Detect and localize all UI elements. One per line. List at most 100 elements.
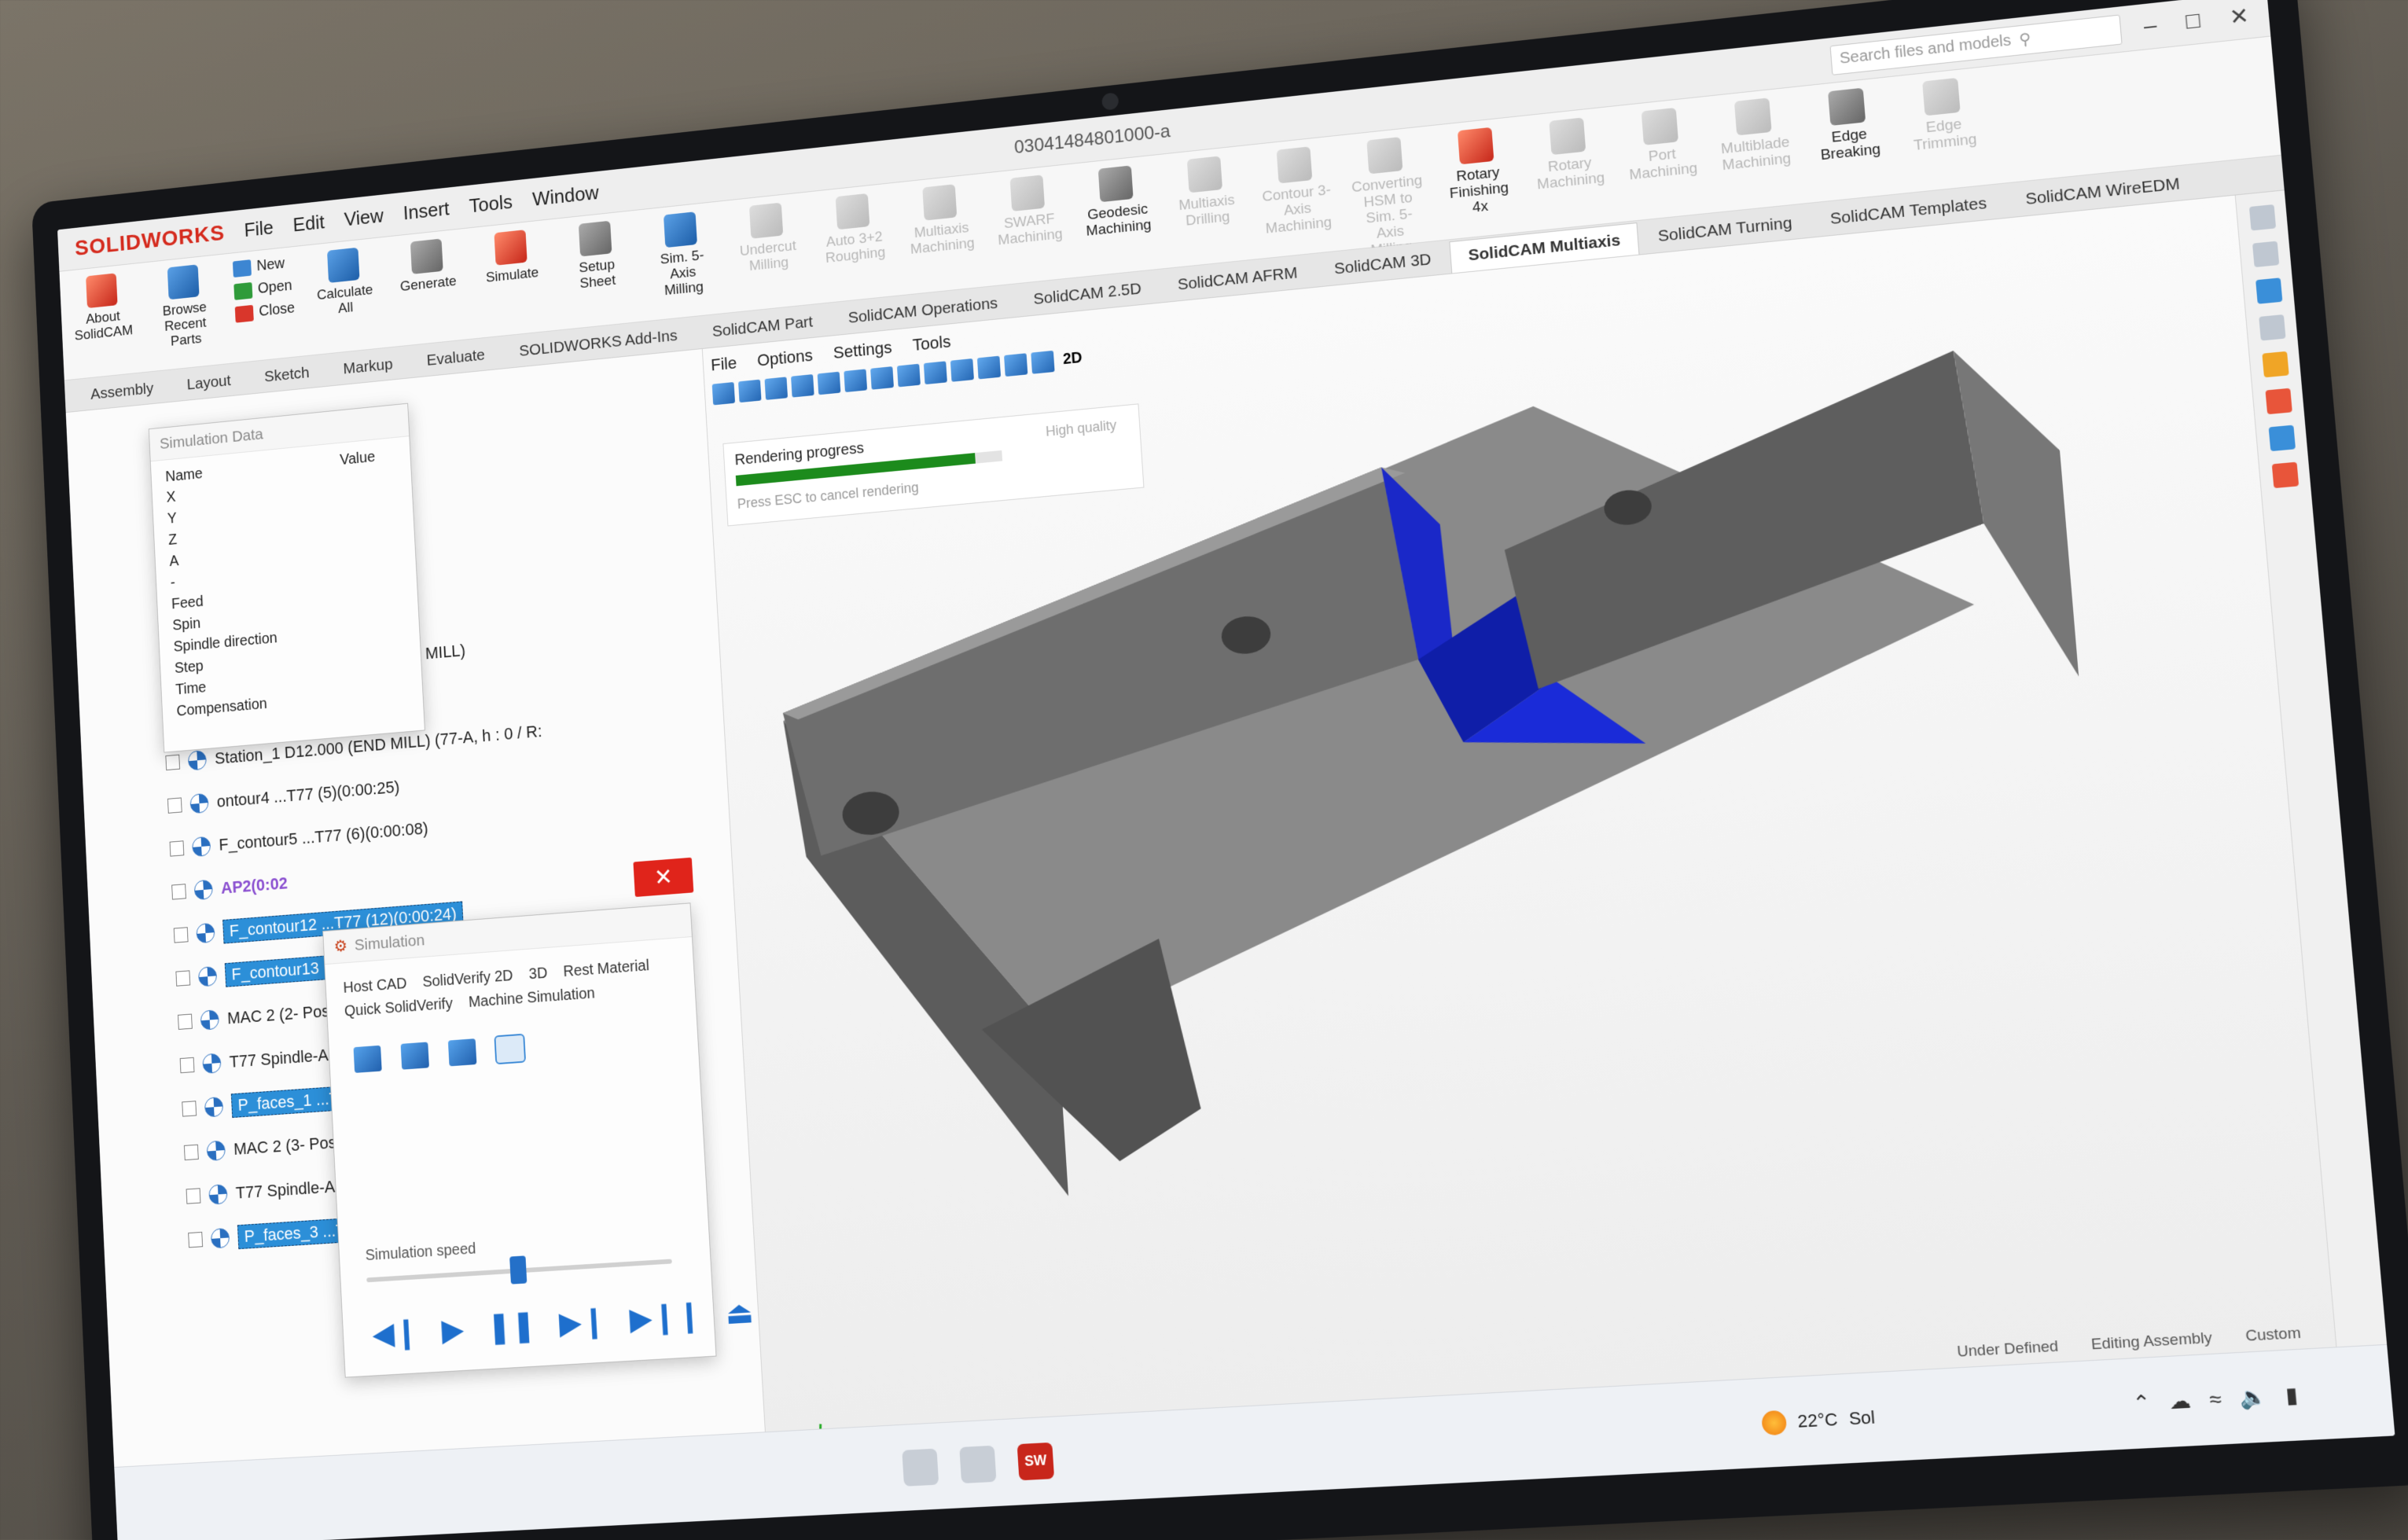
onedrive-icon[interactable]: ☁ <box>2168 1388 2192 1415</box>
tree-checkbox[interactable] <box>182 1101 197 1117</box>
tree-checkbox[interactable] <box>188 1231 204 1248</box>
simulate-button[interactable]: Simulate <box>477 228 546 287</box>
sim-mode-host-cad[interactable]: Host CAD <box>343 976 407 998</box>
simulation-dialog: ✕ ⚙ Simulation Host CAD SolidVerify 2D 3D R… <box>322 857 755 1378</box>
compare-icon[interactable] <box>447 1038 477 1067</box>
file-explorer-icon[interactable] <box>2258 314 2286 341</box>
tree-checkbox[interactable] <box>173 927 189 943</box>
viewport-menu-settings[interactable]: Settings <box>833 338 892 363</box>
step-forward-icon[interactable]: ▶❙ <box>558 1303 607 1342</box>
tree-checkbox[interactable] <box>165 754 181 771</box>
multiblade-button[interactable]: Multiblade Machining <box>1715 96 1794 175</box>
paint-bucket-icon[interactable] <box>400 1042 429 1070</box>
generate-button[interactable]: Generate <box>393 237 461 296</box>
about-solidcam-button[interactable]: About SolidCAM <box>69 271 136 344</box>
custom-properties-icon[interactable] <box>2264 388 2292 415</box>
converting-icon <box>1366 137 1403 175</box>
contour-3axis-button[interactable]: Contour 3-Axis Machining <box>1259 145 1335 238</box>
edge-trimming-button[interactable]: Edge Trimming <box>1903 75 1983 155</box>
eject-icon[interactable]: ⏏ <box>724 1295 754 1332</box>
step-back-icon[interactable]: ◀❙ <box>371 1314 420 1352</box>
skip-end-icon[interactable]: ▶❙❙ <box>629 1298 703 1338</box>
setup-sheet-button[interactable]: Setup Sheet <box>561 219 631 293</box>
zoom-icon[interactable] <box>711 381 736 406</box>
undercut-button[interactable]: Undercut Milling <box>732 200 803 276</box>
port-machining-button[interactable]: Port Machining <box>1623 105 1700 184</box>
rotary-machining-button[interactable]: Rotary Machining <box>1531 116 1608 194</box>
tree-checkbox[interactable] <box>186 1188 201 1204</box>
simulation-data-dialog: Simulation Data Name Value X Y Z A - Feed Spin… <box>148 402 425 753</box>
auto32-button[interactable]: Auto 3+2 Roughing <box>818 192 889 268</box>
calculate-all-button[interactable]: Calculate All <box>311 245 379 319</box>
operation-icon <box>193 879 214 901</box>
sim-mode-3d[interactable]: 3D <box>528 965 548 983</box>
close-window-icon[interactable]: ✕ <box>2229 2 2250 31</box>
menu-view[interactable]: View <box>344 204 384 231</box>
appearances-icon[interactable] <box>2261 351 2289 378</box>
close-simulation-button[interactable]: ✕ <box>633 857 694 898</box>
pause-icon[interactable]: ❚❚ <box>486 1307 536 1346</box>
tree-checkbox[interactable] <box>178 1013 193 1030</box>
battery-icon[interactable]: ▮ <box>2285 1382 2299 1409</box>
swarf-button[interactable]: SWARF Machining <box>992 173 1065 249</box>
exit-icon[interactable] <box>353 1045 382 1073</box>
viewport-menu-options[interactable]: Options <box>756 346 813 371</box>
tree-checkbox[interactable] <box>183 1144 199 1161</box>
tree-checkbox[interactable] <box>179 1057 195 1074</box>
simulation-speed-slider[interactable] <box>509 1255 528 1285</box>
edge-breaking-button[interactable]: Edge Breaking <box>1809 86 1888 165</box>
volume-icon[interactable]: 🔈 <box>2239 1384 2268 1410</box>
open-button[interactable]: Open <box>233 277 294 300</box>
play-icon[interactable]: ▶ <box>441 1312 465 1349</box>
menu-insert[interactable]: Insert <box>403 197 450 225</box>
resources-icon[interactable] <box>2252 241 2279 268</box>
sim-mode-rest-material[interactable]: Rest Material <box>563 957 649 981</box>
search-icon[interactable]: ⚲ <box>2018 29 2031 50</box>
chrome-icon[interactable] <box>902 1448 939 1487</box>
browse-recent-button[interactable]: Browse Recent Parts <box>151 263 219 351</box>
multiaxis-machining-label: Multiaxis Machining <box>910 219 976 258</box>
maximize-icon[interactable]: □ <box>2185 8 2201 35</box>
solidcam-pane-icon[interactable] <box>2268 425 2296 452</box>
solidworks-taskbar-icon[interactable]: SW <box>1017 1442 1055 1480</box>
design-library-icon[interactable] <box>2255 277 2282 304</box>
menu-window[interactable]: Window <box>531 181 599 211</box>
close-button[interactable]: Close <box>234 300 296 323</box>
minimize-icon[interactable]: – <box>2143 13 2158 40</box>
sim-5axis-button[interactable]: Sim. 5-Axis Milling <box>646 210 718 301</box>
status-custom[interactable]: Custom <box>2245 1325 2302 1346</box>
simulation-app-icon: ⚙ <box>333 937 348 956</box>
chevron-up-icon[interactable]: ⌃ <box>2131 1390 2152 1417</box>
menu-file[interactable]: File <box>244 216 274 242</box>
new-label: New <box>256 255 285 274</box>
viewport-menu-file[interactable]: File <box>711 353 737 375</box>
sim-mode-solidverify-2d[interactable]: SolidVerify 2D <box>422 967 513 991</box>
weather-widget[interactable]: 22°C Sol <box>1761 1405 1876 1435</box>
menu-edit[interactable]: Edit <box>292 211 325 237</box>
sim-5axis-label: Sim. 5-Axis Milling <box>660 247 704 299</box>
converting-button[interactable]: Converting HSM to Sim. 5-Axis Milling <box>1348 135 1428 261</box>
home-icon[interactable] <box>2248 204 2276 231</box>
tree-checkbox[interactable] <box>175 970 191 987</box>
contour-3axis-label: Contour 3-Axis Machining <box>1261 182 1333 237</box>
sim-mode-quick-solidverify[interactable]: Quick SolidVerify <box>344 995 454 1020</box>
edge-breaking-icon <box>1828 87 1866 126</box>
viewport-menu-tools[interactable]: Tools <box>912 332 951 355</box>
tree-checkbox[interactable] <box>169 840 185 857</box>
calculator-icon[interactable] <box>959 1445 997 1483</box>
operation-icon <box>208 1184 228 1205</box>
new-button[interactable]: New <box>232 255 293 277</box>
multiaxis-machining-button[interactable]: Multiaxis Machining <box>905 182 977 259</box>
multiaxis-drilling-button[interactable]: Multiaxis Drilling <box>1169 154 1244 231</box>
wifi-icon[interactable]: ≈ <box>2208 1387 2222 1413</box>
graphics-viewport[interactable]: File Options Settings Tools 2D Rendering pr… <box>702 195 2344 1518</box>
data-table-icon[interactable] <box>494 1033 527 1065</box>
menu-tools[interactable]: Tools <box>469 190 513 218</box>
geodesic-button[interactable]: Geodesic Machining <box>1080 164 1154 241</box>
tree-checkbox[interactable] <box>171 884 186 900</box>
solidcam-tools-icon[interactable] <box>2271 461 2299 489</box>
edge-trimming-label: Edge Trimming <box>1913 116 1978 154</box>
contour-icon <box>1276 146 1313 184</box>
rotary-finishing-button[interactable]: Rotary Finishing 4x <box>1439 125 1516 219</box>
tree-checkbox[interactable] <box>167 797 182 814</box>
